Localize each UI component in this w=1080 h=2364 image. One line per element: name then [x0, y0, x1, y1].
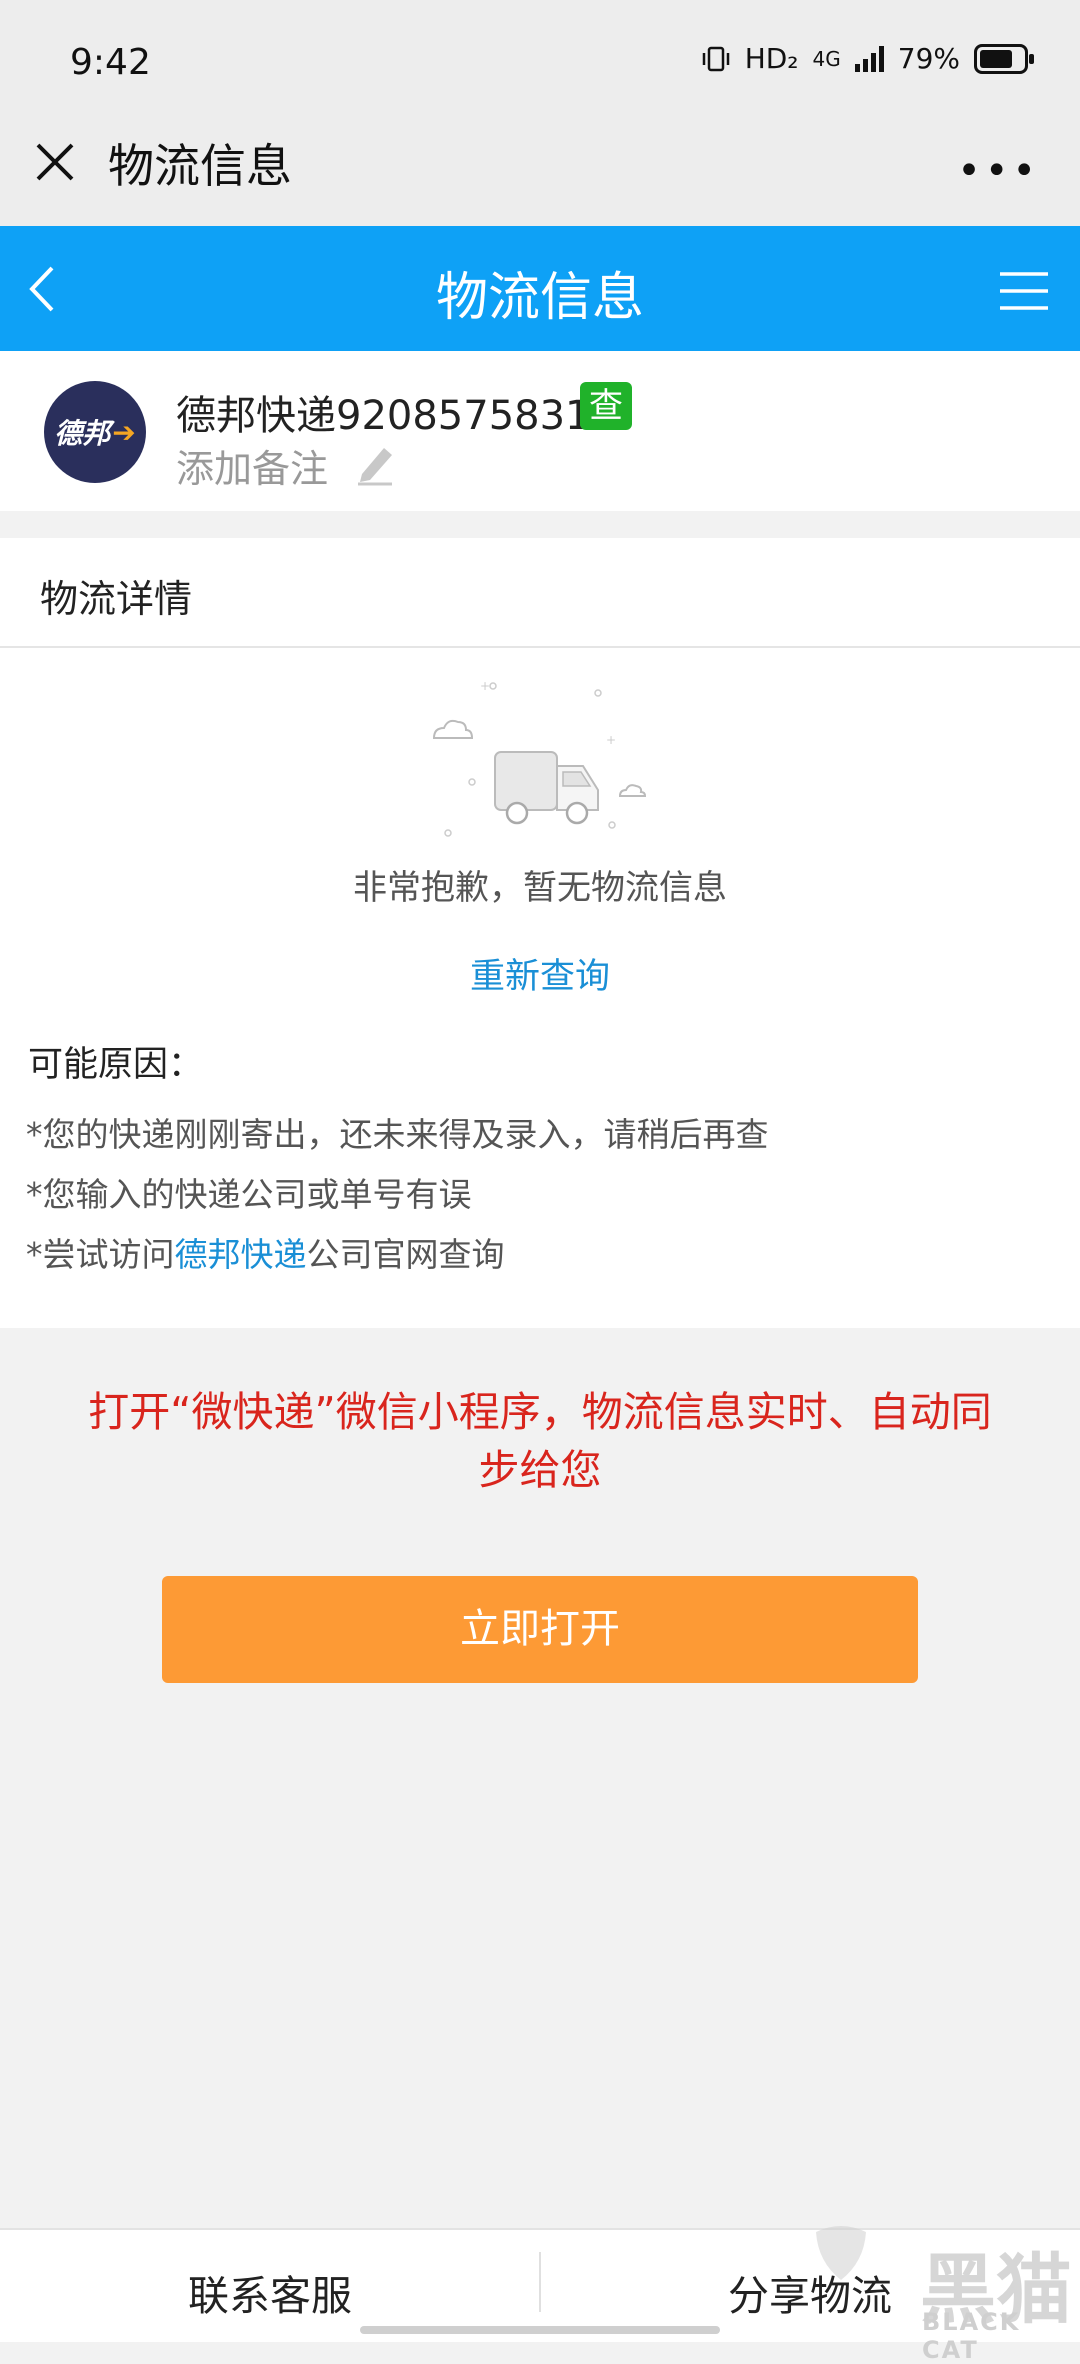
- reasons-heading: 可能原因：: [28, 1045, 204, 1085]
- close-icon[interactable]: [30, 137, 80, 187]
- network-type: 4G: [812, 46, 841, 71]
- reason-item: *尝试访问德邦快递公司官网查询: [26, 1228, 505, 1276]
- contact-support-button[interactable]: 联系客服: [0, 2262, 540, 2322]
- empty-message: 非常抱歉，暂无物流信息: [353, 868, 727, 908]
- vibrate-icon: [702, 46, 729, 71]
- svg-text:+: +: [606, 733, 616, 747]
- menu-icon[interactable]: [998, 268, 1050, 314]
- promo-text: 打开“微快递”微信小程序，物流信息实时、自动同步给您: [88, 1388, 992, 1494]
- signal-icon: [854, 45, 884, 72]
- details-heading: 物流详情: [40, 577, 193, 621]
- add-note-field[interactable]: 添加备注: [176, 438, 328, 493]
- pencil-icon[interactable]: [352, 440, 398, 486]
- reason-item: *您的快递刚刚寄出，还未来得及录入，请稍后再查: [26, 1115, 769, 1154]
- open-now-button[interactable]: 立即打开: [162, 1576, 918, 1683]
- reason-text: 公司官网查询: [306, 1235, 505, 1274]
- courier-logo: 德邦 ➔: [44, 381, 146, 483]
- battery-icon: [974, 43, 1034, 74]
- wechat-title: 物流信息: [108, 139, 292, 193]
- query-badge[interactable]: 查: [580, 382, 632, 430]
- hd-indicator: HD₂: [744, 42, 799, 75]
- reason-text: *尝试访问: [26, 1235, 175, 1274]
- watermark-subtext: BLACK CAT: [922, 2308, 1021, 2364]
- empty-truck-icon: + +: [432, 679, 647, 837]
- battery-percent: 79%: [897, 42, 960, 75]
- more-options-button[interactable]: •••: [957, 148, 1040, 194]
- reason-item: *您输入的快递公司或单号有误: [26, 1175, 472, 1214]
- status-time: 9:42: [70, 42, 151, 83]
- courier-website-link[interactable]: 德邦快递: [175, 1235, 307, 1274]
- page-title: 物流信息: [435, 268, 644, 328]
- retry-query-link[interactable]: 重新查询: [0, 948, 1080, 999]
- status-icons: HD₂ 4G 79%: [701, 42, 1034, 75]
- package-name: 德邦快递9208575831: [176, 393, 591, 439]
- divider: [0, 646, 1080, 648]
- home-indicator[interactable]: [360, 2326, 720, 2334]
- svg-text:+: +: [480, 679, 490, 693]
